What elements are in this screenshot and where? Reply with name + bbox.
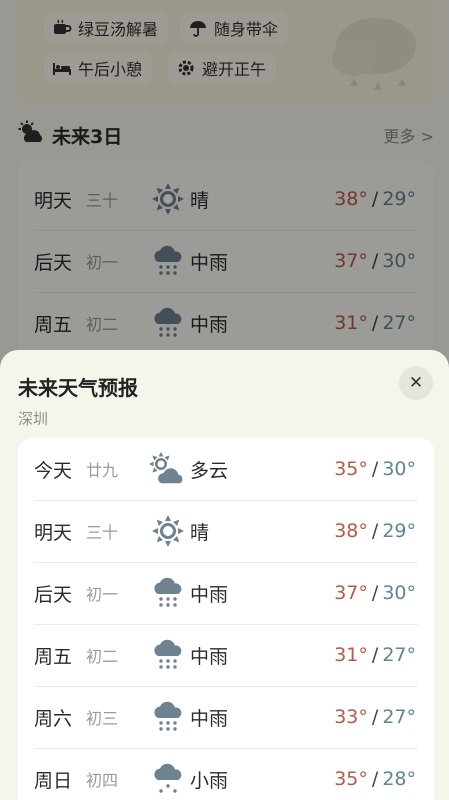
condition: 多云 (190, 459, 229, 482)
temp-separator: / (371, 520, 379, 542)
lunar-date: 初四 (86, 771, 119, 790)
rain-icon (148, 573, 188, 613)
temp-separator: / (371, 458, 379, 480)
sheet-title: 未来天气预报 (18, 376, 138, 400)
temp-separator: / (371, 706, 379, 728)
temperature-range: 33°/27° (334, 706, 416, 728)
list-item[interactable]: 周六 初三 中雨 33°/27° (18, 686, 434, 748)
forecast-bottom-sheet: 未来天气预报 深圳 ✕ 今天 廿九 多云 35°/30° 明天 三十 晴 38°… (0, 350, 449, 800)
low-temp: 29° (382, 520, 416, 542)
temp-separator: / (371, 582, 379, 604)
high-temp: 37° (334, 582, 368, 604)
temp-separator: / (371, 644, 379, 666)
condition: 小雨 (190, 769, 229, 792)
lunar-date: 三十 (86, 523, 119, 542)
day-label: 后天 (34, 583, 73, 606)
city-name: 深圳 (18, 410, 49, 428)
low-temp: 30° (382, 582, 416, 604)
day-label: 周六 (34, 707, 73, 730)
condition: 中雨 (190, 583, 229, 606)
high-temp: 35° (334, 458, 368, 480)
day-label: 周日 (34, 769, 73, 792)
temperature-range: 37°/30° (334, 582, 416, 604)
low-temp: 28° (382, 768, 416, 790)
forecast-list: 今天 廿九 多云 35°/30° 明天 三十 晴 38°/29° 后天 初一 中… (18, 438, 434, 800)
list-item[interactable]: 周五 初二 中雨 31°/27° (18, 624, 434, 686)
low-temp: 27° (382, 644, 416, 666)
list-item[interactable]: 今天 廿九 多云 35°/30° (18, 438, 434, 500)
high-temp: 31° (334, 644, 368, 666)
temperature-range: 31°/27° (334, 644, 416, 666)
lunar-date: 廿九 (86, 461, 119, 480)
low-temp: 27° (382, 706, 416, 728)
temperature-range: 35°/28° (334, 768, 416, 790)
rain-icon (148, 759, 188, 799)
list-item[interactable]: 后天 初一 中雨 37°/30° (18, 562, 434, 624)
rain-icon (148, 697, 188, 737)
high-temp: 35° (334, 768, 368, 790)
day-label: 今天 (34, 459, 73, 482)
condition: 中雨 (190, 707, 229, 730)
sun-icon (148, 511, 188, 551)
day-label: 周五 (34, 645, 73, 668)
temperature-range: 35°/30° (334, 458, 416, 480)
rain-icon (148, 635, 188, 675)
high-temp: 33° (334, 706, 368, 728)
close-icon: ✕ (408, 373, 424, 393)
temp-separator: / (371, 768, 379, 790)
temperature-range: 38°/29° (334, 520, 416, 542)
lunar-date: 初二 (86, 647, 119, 666)
lunar-date: 初三 (86, 709, 119, 728)
condition: 中雨 (190, 645, 229, 668)
lunar-date: 初一 (86, 585, 119, 604)
day-label: 明天 (34, 521, 73, 544)
condition: 晴 (190, 521, 210, 544)
high-temp: 38° (334, 520, 368, 542)
low-temp: 30° (382, 458, 416, 480)
list-item[interactable]: 明天 三十 晴 38°/29° (18, 500, 434, 562)
close-button[interactable]: ✕ (399, 366, 433, 400)
list-item[interactable]: 周日 初四 小雨 35°/28° (18, 748, 434, 800)
partly-cloudy-icon (148, 449, 188, 489)
